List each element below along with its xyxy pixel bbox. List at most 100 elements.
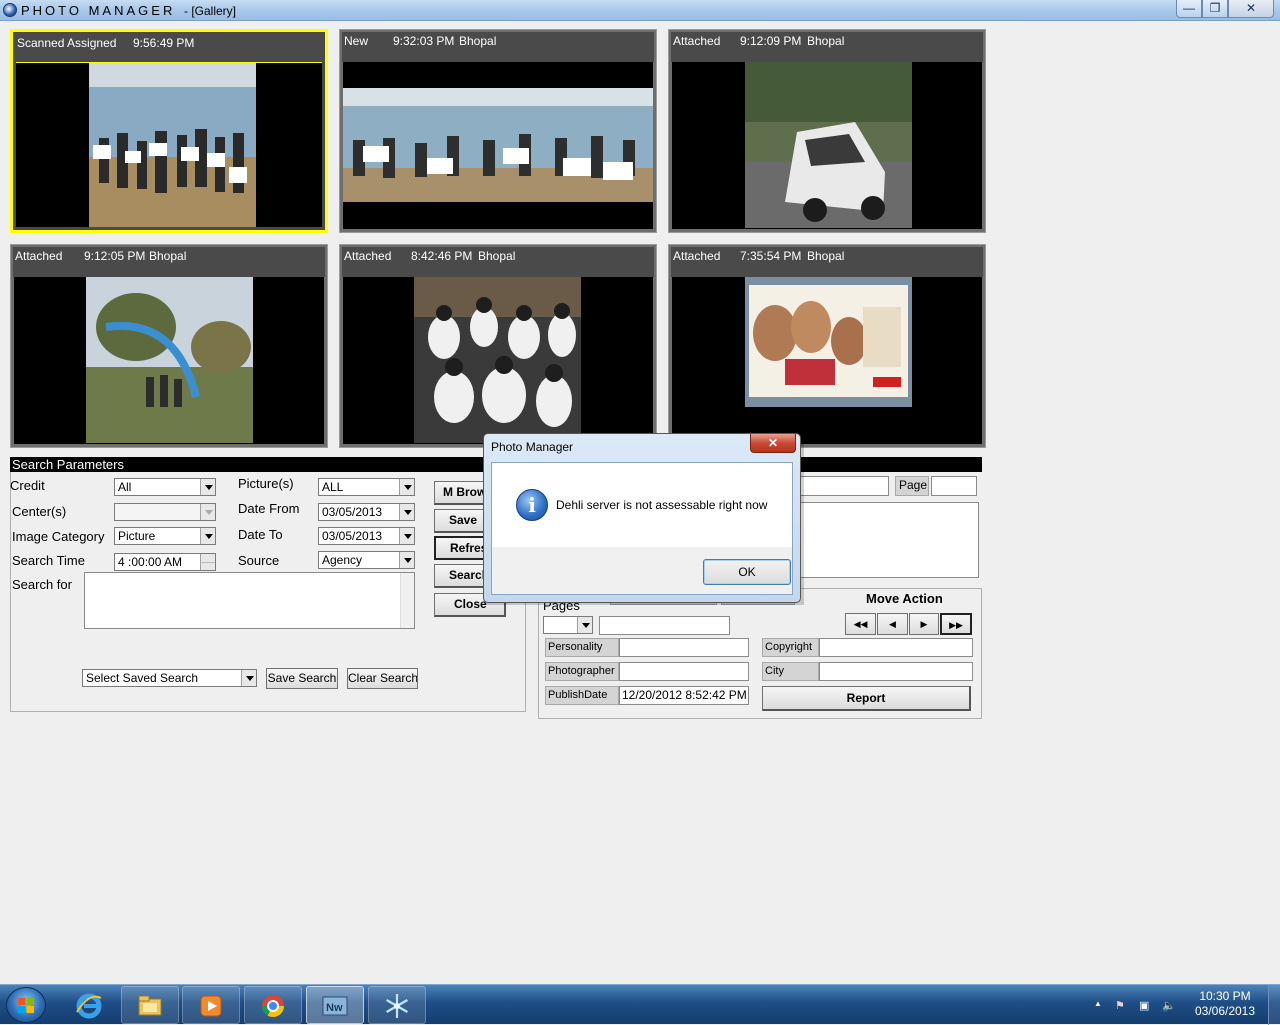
publish-date-input[interactable]: 12/20/2012 8:52:42 PM: [619, 686, 749, 705]
card-time: 7:35:54 PM: [740, 249, 802, 263]
page-number-input[interactable]: [931, 476, 977, 496]
caption-textarea[interactable]: [796, 502, 979, 578]
credit-dropdown[interactable]: All: [114, 478, 216, 496]
date-to-label: Date To: [238, 527, 283, 542]
gallery-card[interactable]: Attached 9:12:09 PM Bhopal: [668, 29, 986, 233]
card-time: 9:12:05 PM: [84, 249, 146, 263]
last-record-icon[interactable]: ▶▶: [940, 613, 972, 635]
dialog-body: i Dehli server is not assessable right n…: [491, 462, 793, 595]
taskbar-app-snowflake[interactable]: [368, 986, 426, 1024]
personality-input[interactable]: [619, 638, 749, 657]
page-input[interactable]: [796, 476, 889, 496]
source-dropdown[interactable]: Agency: [318, 551, 415, 569]
search-for-textarea[interactable]: [84, 572, 415, 629]
clock-time: 10:30 PM: [1199, 989, 1251, 1003]
message-dialog: Photo Manager ✕ i Dehli server is not as…: [483, 433, 801, 603]
window-subtitle: - [Gallery]: [184, 4, 237, 18]
date-from-picker[interactable]: 03/05/2013: [318, 503, 415, 521]
taskbar-app-media-player[interactable]: [182, 986, 240, 1024]
pictures-value: ALL: [322, 480, 344, 494]
page-label: Page: [895, 476, 929, 496]
volume-icon[interactable]: 🔈: [1162, 999, 1176, 1012]
card-time: 9:32:03 PM: [393, 34, 455, 48]
gallery-card[interactable]: Scanned Assigned 9:56:49 PM: [10, 29, 328, 233]
taskbar-app-news[interactable]: Nw: [306, 986, 364, 1024]
chevron-down-icon: [399, 504, 414, 520]
maximize-button[interactable]: ❐: [1202, 0, 1228, 18]
svg-text:Nw: Nw: [326, 1002, 343, 1014]
card-header: Attached 9:12:05 PM Bhopal: [13, 247, 325, 277]
dialog-title: Photo Manager: [491, 440, 574, 454]
date-to-picker[interactable]: 03/05/2013: [318, 527, 415, 545]
personality-label: Personality: [545, 638, 619, 657]
taskbar-app-chrome[interactable]: [244, 986, 302, 1024]
card-city: Bhopal: [807, 34, 845, 48]
card-header: Attached 8:42:46 PM Bhopal: [342, 247, 654, 277]
clear-search-button[interactable]: Clear Search: [347, 668, 418, 689]
app-icon: [3, 3, 17, 17]
saved-search-dropdown[interactable]: Select Saved Search: [82, 669, 257, 687]
show-desktop-button[interactable]: [1268, 985, 1280, 1025]
source-value: Agency: [322, 553, 363, 567]
card-city: Bhopal: [478, 249, 516, 263]
network-icon[interactable]: ▣: [1139, 999, 1149, 1012]
pages-input[interactable]: [599, 616, 730, 635]
copyright-input[interactable]: [819, 638, 973, 657]
save-search-button[interactable]: Save Search: [266, 668, 338, 689]
source-label: Source: [238, 553, 280, 568]
credit-label: Credit: [10, 478, 45, 493]
card-photo: [672, 62, 982, 229]
close-window-button[interactable]: ✕: [1228, 0, 1274, 18]
info-icon: i: [516, 489, 548, 521]
card-header: New 9:32:03 PM Bhopal: [342, 32, 654, 62]
taskbar-clock[interactable]: 10:30 PM 03/06/2013: [1190, 989, 1260, 1019]
first-record-icon[interactable]: ◀◀: [845, 613, 876, 635]
photographer-label: Photographer: [545, 662, 619, 681]
action-center-flag-icon[interactable]: ⚑: [1115, 999, 1125, 1012]
report-button[interactable]: Report: [762, 686, 971, 711]
chevron-down-icon: [577, 617, 592, 633]
chevron-down-icon: [200, 528, 215, 544]
media-player-icon: [200, 995, 222, 1017]
gallery-card[interactable]: Attached 7:35:54 PM Bhopal: [668, 244, 986, 448]
spin-down-icon[interactable]: [200, 562, 215, 570]
taskbar: Nw ▲ ⚑ ▣ 🔈 10:30 PM 03/06/2013: [0, 984, 1280, 1025]
center-dropdown[interactable]: [114, 503, 216, 521]
dialog-content: i Dehli server is not assessable right n…: [492, 463, 792, 547]
publish-date-label: PublishDate: [545, 686, 619, 705]
start-button[interactable]: [6, 987, 46, 1023]
card-status: New: [344, 34, 369, 48]
taskbar-app-file-explorer[interactable]: [121, 986, 179, 1024]
minimize-button[interactable]: —: [1176, 0, 1202, 18]
gallery-card[interactable]: New 9:32:03 PM Bhopal: [339, 29, 657, 233]
taskbar-app-internet-explorer[interactable]: [60, 986, 118, 1024]
card-photo: [16, 62, 322, 227]
city-input[interactable]: [819, 662, 973, 681]
previous-record-icon[interactable]: ◀: [877, 613, 908, 635]
pages-dropdown[interactable]: [543, 616, 593, 634]
chevron-down-icon: [399, 552, 414, 568]
image-category-dropdown[interactable]: Picture: [114, 527, 216, 545]
card-status: Attached: [673, 34, 721, 48]
image-category-value: Picture: [118, 529, 156, 543]
spin-up-icon[interactable]: [200, 554, 215, 562]
gallery-card[interactable]: Attached 9:12:05 PM Bhopal: [10, 244, 328, 448]
card-header: Scanned Assigned 9:56:49 PM: [15, 34, 323, 64]
card-header: Attached 7:35:54 PM Bhopal: [671, 247, 983, 277]
chevron-down-icon: [200, 479, 215, 495]
title-bar: PHOTO MANAGER - [Gallery] — ❐ ✕: [0, 0, 1280, 21]
pictures-dropdown[interactable]: ALL: [318, 478, 415, 496]
chevron-down-icon: [241, 670, 256, 686]
search-time-value: 4 :00:00 AM: [118, 555, 183, 569]
dialog-close-button[interactable]: ✕: [750, 434, 796, 453]
photographer-input[interactable]: [619, 662, 749, 681]
folder-icon: [138, 995, 162, 1016]
search-time-picker[interactable]: 4 :00:00 AM: [114, 553, 216, 571]
snowflake-icon: [386, 994, 408, 1018]
tray-expand-icon[interactable]: ▲: [1094, 999, 1102, 1008]
ok-button[interactable]: OK: [703, 559, 791, 585]
textarea-scrollbar[interactable]: [400, 573, 414, 628]
next-record-icon[interactable]: ▶: [909, 613, 939, 635]
gallery-card[interactable]: Attached 8:42:46 PM Bhopal: [339, 244, 657, 448]
card-status: Attached: [673, 249, 721, 263]
